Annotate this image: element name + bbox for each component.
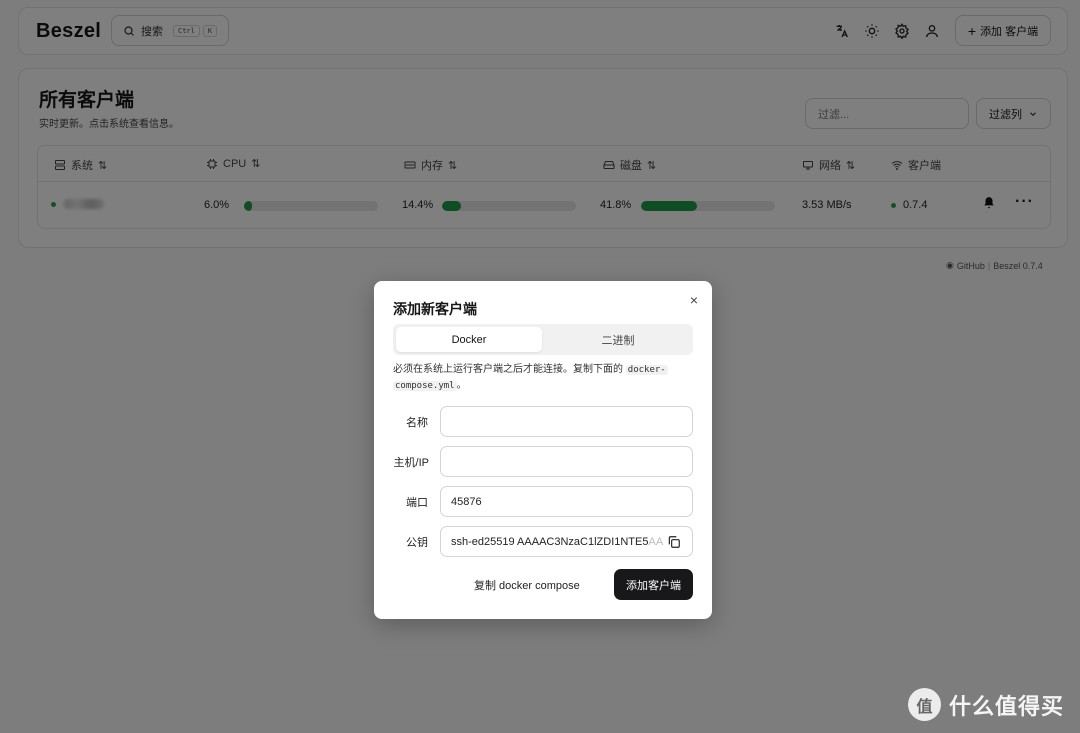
port-input[interactable]: 45876: [440, 486, 693, 517]
watermark: 值 什么值得买: [908, 688, 1064, 721]
copy-icon[interactable]: [667, 535, 681, 549]
public-key-label: 公钥: [406, 537, 428, 549]
add-client-dialog: 添加新客户端 × Docker 二进制 必须在系统上运行客户端之后才能连接。复制…: [374, 281, 712, 619]
host-input[interactable]: [440, 446, 693, 477]
watermark-glyph: 值: [916, 698, 933, 716]
description-code: docker-: [625, 365, 668, 375]
port-label: 端口: [406, 497, 428, 509]
port-value: 45876: [451, 495, 482, 508]
tab-binary[interactable]: 二进制: [545, 327, 691, 352]
dialog-description: 必须在系统上运行客户端之后才能连接。复制下面的 docker-compose.y…: [393, 362, 693, 394]
name-input[interactable]: [440, 406, 693, 437]
public-key-overflow: AA: [648, 535, 664, 548]
description-text: 必须在系统上运行客户端之后才能连接。复制下面的: [393, 364, 626, 375]
name-label: 名称: [406, 417, 428, 429]
public-key-value: ssh-ed25519 AAAAC3NzaC1lZDI1NTE5: [451, 535, 649, 548]
copy-docker-compose-button[interactable]: 复制 docker compose: [474, 577, 580, 593]
watermark-text: 什么值得买: [949, 693, 1065, 719]
description-code: compose.yml: [393, 381, 457, 391]
add-client-submit-button[interactable]: 添加客户端: [614, 569, 693, 600]
close-icon[interactable]: ×: [687, 293, 701, 307]
host-label: 主机/IP: [393, 457, 429, 469]
description-text: 。: [456, 380, 467, 391]
dialog-title: 添加新客户端: [393, 301, 477, 317]
tab-docker[interactable]: Docker: [396, 327, 542, 352]
install-method-tabs: Docker 二进制: [393, 324, 693, 355]
public-key-input[interactable]: ssh-ed25519 AAAAC3NzaC1lZDI1NTE5 AA: [440, 526, 693, 557]
watermark-logo: 值: [908, 688, 941, 721]
